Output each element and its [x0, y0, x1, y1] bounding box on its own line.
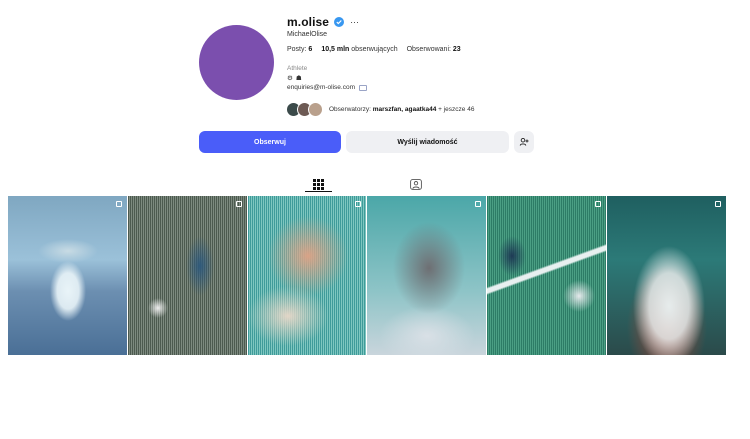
multi-post-icon [714, 201, 721, 207]
followed-by-text: Obserwatorzy: marszfan, agaatka44 + jesz… [329, 106, 475, 113]
add-person-icon [519, 137, 529, 146]
category-label: Athlete [287, 65, 308, 72]
tagged-icon [409, 178, 422, 190]
post-thumbnail[interactable] [247, 196, 367, 355]
tab-posts[interactable] [310, 176, 327, 192]
posts-count: Posty: 6 [287, 46, 313, 53]
following-count[interactable]: Obserwowani: 23 [407, 46, 461, 53]
post-thumbnail[interactable] [367, 196, 487, 355]
active-tab-indicator [305, 191, 332, 192]
followers-count[interactable]: 10,5 mln obserwujących [321, 46, 397, 53]
more-options-icon[interactable]: ··· [350, 17, 359, 27]
multi-post-icon [475, 201, 482, 207]
post-thumbnail[interactable] [487, 196, 607, 355]
verified-badge-icon [334, 17, 345, 27]
avatar[interactable] [199, 25, 274, 100]
bio-email: enquiries@m-olise.com [287, 84, 368, 91]
figure-icon: ☗ [295, 75, 302, 82]
suggest-users-button[interactable] [514, 131, 534, 153]
tab-tagged[interactable] [408, 176, 423, 192]
post-thumbnail[interactable] [127, 196, 247, 355]
profile-header: m.olise ··· [287, 14, 587, 30]
post-thumbnail[interactable] [607, 196, 726, 355]
username: m.olise [287, 15, 330, 29]
post-thumbnail[interactable] [8, 196, 127, 355]
followed-by[interactable]: Obserwatorzy: marszfan, agaatka44 + jesz… [286, 101, 474, 118]
grid-icon [313, 178, 324, 190]
email-link[interactable]: enquiries@m-olise.com [287, 84, 355, 91]
message-button[interactable]: Wyślij wiadomość [346, 131, 509, 153]
full-name: MichaelOlise [287, 31, 328, 38]
multi-post-icon [595, 201, 602, 207]
multi-post-icon [355, 201, 362, 207]
multi-post-icon [235, 201, 242, 207]
gear-icon: ⚙ [287, 75, 293, 82]
follower-avatar [308, 102, 323, 117]
multi-post-icon [115, 201, 122, 207]
envelope-icon [359, 84, 368, 91]
bio-emojis: ⚙ ☗ [287, 74, 302, 82]
post-grid [8, 196, 726, 355]
profile-tabs [0, 176, 750, 192]
follow-button[interactable]: Obserwuj [199, 131, 341, 153]
profile-stats: Posty: 6 10,5 mln obserwujących Obserwow… [287, 46, 470, 53]
